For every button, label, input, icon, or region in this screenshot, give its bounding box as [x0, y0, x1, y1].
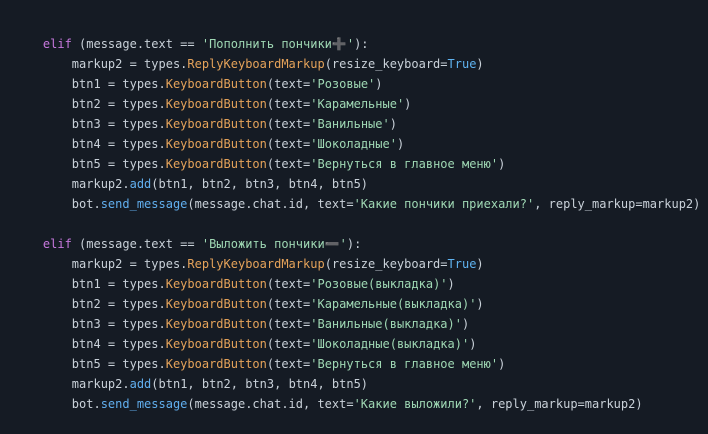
class-keyboard-button: KeyboardButton: [165, 317, 267, 331]
add-arguments: (btn1, btn2, btn3, btn4, btn5): [151, 177, 369, 191]
paren-close: ): [396, 137, 405, 151]
method-send-message: send_message: [100, 397, 188, 411]
arg-prefix: (text=: [266, 97, 311, 111]
button-text-string: 'Карамельные': [310, 97, 405, 111]
button-text-string: 'Вернуться в главное меню': [310, 157, 499, 171]
arg-prefix: (text=: [266, 357, 311, 371]
condition-string: 'Выложить пончики➖': [201, 237, 347, 251]
assign-prefix: btn2 = types.: [42, 297, 166, 311]
arg-prefix: (text=: [266, 117, 311, 131]
object-prefix: markup2.: [42, 177, 130, 191]
class-keyboard-button: KeyboardButton: [165, 157, 267, 171]
assign-prefix: btn2 = types.: [42, 97, 166, 111]
code-line-elif-display: elif (message.text == 'Выложить пончики➖…: [14, 214, 708, 251]
object-prefix: markup2.: [42, 377, 130, 391]
paren-close: ): [498, 357, 506, 371]
condition-close: ):: [346, 237, 362, 251]
condition-expression: (message.text ==: [71, 37, 202, 51]
paren-close: ): [389, 117, 397, 131]
arg-prefix: (message.chat.id, text=: [187, 197, 354, 211]
class-keyboard-button: KeyboardButton: [165, 117, 267, 131]
paren-close: ): [375, 77, 383, 91]
condition-close: ):: [354, 37, 369, 51]
assign-prefix: markup2 = types.: [42, 57, 188, 71]
class-keyboard-button: KeyboardButton: [165, 357, 267, 371]
condition-string: 'Пополнить пончики➕': [201, 37, 355, 51]
assign-prefix: btn4 = types.: [42, 337, 166, 351]
assign-prefix: btn5 = types.: [42, 357, 166, 371]
assign-prefix: btn3 = types.: [42, 117, 166, 131]
class-keyboard-button: KeyboardButton: [165, 337, 267, 351]
class-keyboard-button: KeyboardButton: [165, 297, 267, 311]
object-prefix: bot.: [42, 397, 101, 411]
method-send-message: send_message: [100, 197, 188, 211]
paren-close: ): [476, 257, 484, 271]
paren-close: ): [498, 157, 506, 171]
class-keyboard-button: KeyboardButton: [165, 77, 267, 91]
object-prefix: bot.: [42, 197, 101, 211]
class-reply-keyboard-markup: ReplyKeyboardMarkup: [187, 57, 325, 71]
paren-close: ): [476, 297, 484, 311]
arg-prefix: (text=: [266, 337, 311, 351]
assign-prefix: btn1 = types.: [42, 277, 166, 291]
assign-prefix: btn3 = types.: [42, 317, 166, 331]
button-text-string: 'Шоколадные': [310, 137, 397, 151]
button-text-string: 'Шоколадные(выкладка)': [310, 337, 470, 351]
constant-true: True: [447, 57, 477, 71]
button-text-string: 'Ванильные': [310, 117, 390, 131]
code-line-elif-replenish: elif (message.text == 'Пополнить пончики…: [14, 14, 708, 51]
arg-prefix: (text=: [266, 317, 311, 331]
assign-prefix: markup2 = types.: [42, 257, 188, 271]
button-text-string: 'Вернуться в главное меню': [310, 357, 499, 371]
assign-prefix: btn5 = types.: [42, 157, 166, 171]
arg-prefix: (text=: [266, 157, 311, 171]
message-text-string: 'Какие выложили?': [353, 397, 477, 411]
method-add: add: [129, 177, 152, 191]
arg-prefix: (text=: [266, 297, 311, 311]
keyword-elif: elif: [42, 37, 72, 51]
arg-prefix: (text=: [266, 77, 311, 91]
assign-prefix: btn1 = types.: [42, 77, 166, 91]
button-text-string: 'Ванильные(выкладка)': [310, 317, 462, 331]
constant-true: True: [447, 257, 477, 271]
arg-prefix: (text=: [266, 277, 311, 291]
paren-close: ): [461, 317, 470, 331]
class-keyboard-button: KeyboardButton: [165, 97, 267, 111]
button-text-string: 'Карамельные(выкладка)': [310, 297, 477, 311]
arg-suffix: , reply_markup=markup2): [534, 197, 701, 211]
paren-close: ): [476, 57, 484, 71]
class-keyboard-button: KeyboardButton: [165, 277, 267, 291]
add-arguments: (btn1, btn2, btn3, btn4, btn5): [151, 377, 369, 391]
arg-suffix: , reply_markup=markup2): [476, 397, 643, 411]
keyword-elif: elif: [42, 237, 72, 251]
class-keyboard-button: KeyboardButton: [165, 137, 267, 151]
arg-prefix: (resize_keyboard=: [324, 257, 448, 271]
class-reply-keyboard-markup: ReplyKeyboardMarkup: [187, 257, 325, 271]
arg-prefix: (resize_keyboard=: [324, 57, 448, 71]
paren-close: ): [404, 97, 412, 111]
assign-prefix: btn4 = types.: [42, 137, 166, 151]
arg-prefix: (text=: [266, 137, 311, 151]
paren-close: ): [469, 337, 477, 351]
message-text-string: 'Какие пончики приехали?': [353, 197, 535, 211]
button-text-string: 'Розовые(выкладка)': [310, 277, 448, 291]
button-text-string: 'Розовые': [310, 77, 376, 91]
method-add: add: [129, 377, 152, 391]
arg-prefix: (message.chat.id, text=: [187, 397, 354, 411]
condition-expression: (message.text ==: [71, 237, 202, 251]
paren-close: ): [447, 277, 455, 291]
code-editor: elif (message.text == 'Пополнить пончики…: [0, 0, 708, 411]
